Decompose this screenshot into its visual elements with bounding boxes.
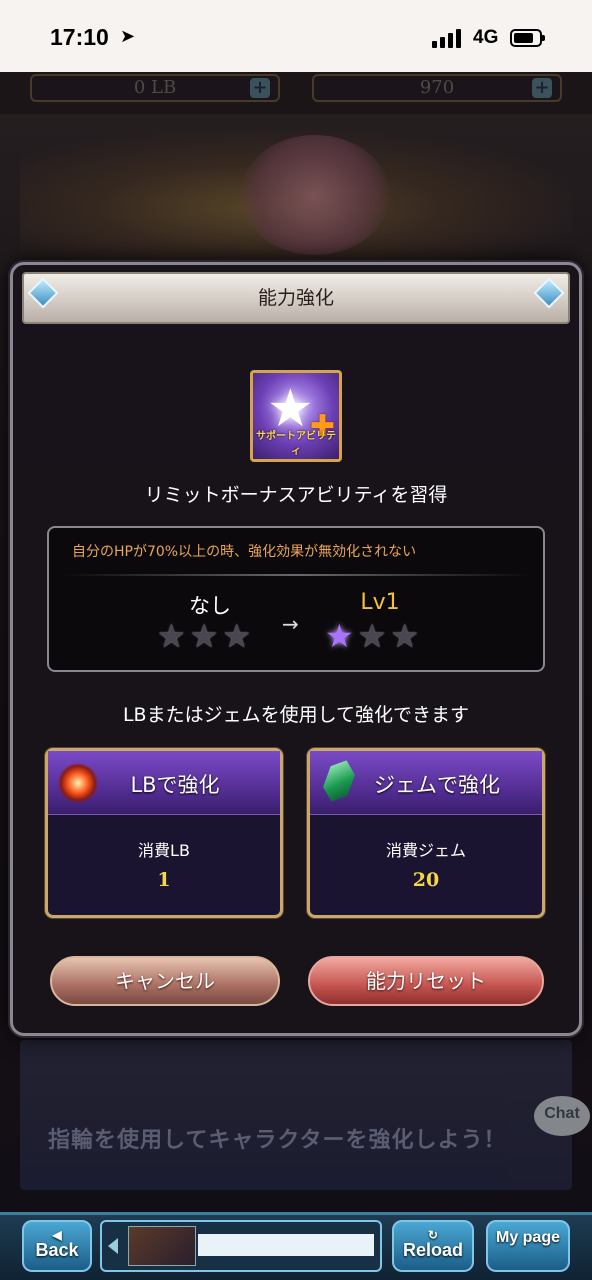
learn-ability-text: リミットボーナスアビリティを習得	[144, 484, 448, 506]
status-time: 17:10	[50, 24, 109, 50]
location-arrow-icon: ➤	[120, 26, 136, 47]
star-empty-icon: ★	[357, 617, 387, 655]
reload-label: Reload	[402, 1240, 463, 1260]
signal-icon	[432, 28, 461, 48]
slot-left-arrow-icon[interactable]	[108, 1238, 118, 1254]
back-button[interactable]: ◀ Back	[22, 1220, 92, 1272]
slot-bar	[198, 1234, 374, 1256]
network-type: 4G	[473, 27, 499, 48]
enhance-with-gem-button[interactable]: ジェムで強化 消費ジェム 20	[307, 748, 545, 918]
back-label: Back	[35, 1240, 79, 1260]
star-empty-icon: ★	[222, 617, 252, 655]
lb-cost-value: 1	[157, 869, 171, 891]
mypage-label: My page	[495, 1229, 560, 1246]
gem-option-header: ジェムで強化	[310, 751, 542, 815]
divider	[64, 574, 530, 576]
ability-icon-caption: サポートアビリティ	[256, 431, 336, 457]
star-empty-icon: ★	[157, 617, 186, 655]
quest-slot[interactable]	[100, 1220, 382, 1272]
lb-option-label: LBで強化	[130, 773, 220, 797]
status-bar: 17:10 ➤ 4G	[0, 0, 592, 72]
enhance-method-text: LBまたはジェムを使用して強化できます	[122, 704, 470, 726]
star-filled-icon: ★	[325, 617, 354, 655]
lb-cost-label: 消費LB	[138, 841, 190, 860]
cancel-button[interactable]: キャンセル	[50, 956, 280, 1006]
dialog-title: 能力強化	[22, 272, 570, 324]
mypage-button[interactable]: My page	[486, 1220, 570, 1272]
lb-option-header: LBで強化	[48, 751, 280, 815]
gem-cost-label: 消費ジェム	[385, 841, 466, 860]
gem-cost-value: 20	[412, 869, 440, 891]
next-level: Lv1	[360, 590, 400, 615]
support-ability-icon: ★ ✚ サポートアビリティ	[250, 370, 342, 462]
battery-icon	[510, 29, 545, 47]
enhance-with-lb-button[interactable]: LBで強化 消費LB 1	[45, 748, 283, 918]
slot-thumbnail	[128, 1226, 196, 1266]
arrow-right-icon: →	[282, 612, 299, 636]
gem-option-label: ジェムで強化	[374, 773, 500, 797]
next-level-stars: ★ ★ ★	[325, 618, 419, 654]
current-level: なし	[189, 594, 231, 618]
ability-description: 自分のHPが70%以上の時、強化効果が無効化されない	[72, 544, 417, 560]
star-empty-icon: ★	[390, 617, 420, 655]
reload-button[interactable]: ↻ Reload	[392, 1220, 474, 1272]
reset-ability-button[interactable]: 能力リセット	[308, 956, 544, 1006]
current-level-stars: ★ ★ ★	[157, 618, 251, 654]
star-empty-icon: ★	[189, 617, 219, 655]
